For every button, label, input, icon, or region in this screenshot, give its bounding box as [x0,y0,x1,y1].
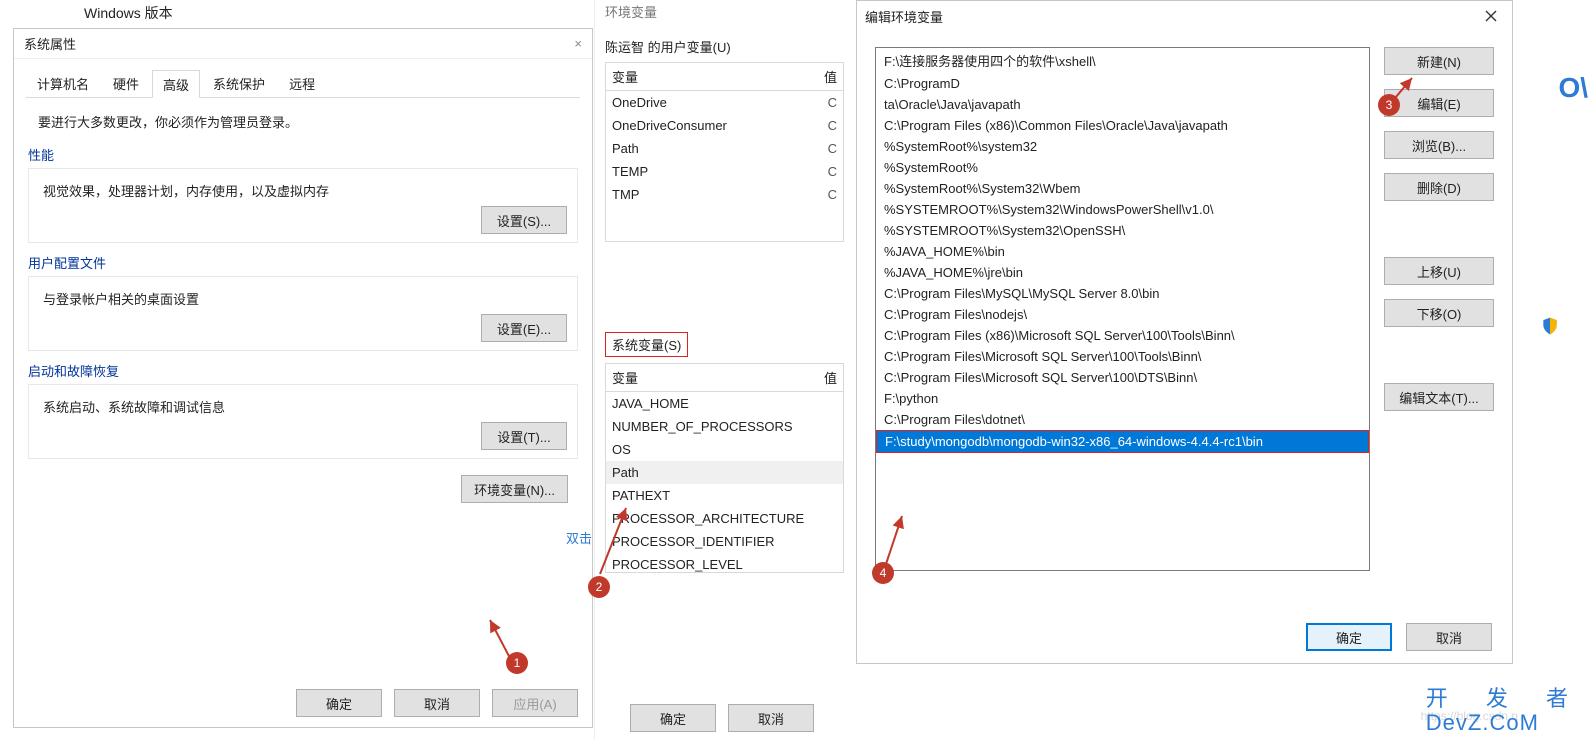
move-up-button[interactable]: 上移(U) [1384,257,1494,285]
path-row[interactable]: %JAVA_HOME%\jre\bin [876,262,1369,283]
path-row[interactable]: %SystemRoot% [876,157,1369,178]
table-row[interactable]: PROCESSOR_LEVEL [606,553,843,573]
user-profile-settings-button[interactable]: 设置(E)... [481,314,567,342]
dlg1-ok-button[interactable]: 确定 [296,689,382,717]
path-row[interactable]: %SYSTEMROOT%\System32\WindowsPowerShell\… [876,199,1369,220]
devz-logo: 开 发 者 DevZ.CoM [1426,687,1584,735]
col-val: 值 [824,67,837,86]
table-row[interactable]: PROCESSOR_IDENTIFIER [606,530,843,553]
close-icon[interactable]: × [574,36,582,51]
col-val2: 值 [824,368,837,387]
double-click-annotation: 双击 [566,528,592,547]
annotation-badge-1: 1 [506,652,528,674]
user-vars-table[interactable]: 变量值 OneDriveCOneDriveConsumerCPathCTEMPC… [605,62,844,242]
devz-cn: 开 发 者 [1426,687,1584,711]
devz-en: DevZ.CoM [1426,711,1584,735]
table-row[interactable]: OneDriveC [606,91,843,114]
path-row[interactable]: C:\Program Files\Microsoft SQL Server\10… [876,367,1369,388]
dlg1-titlebar: 系统属性 × [14,29,592,59]
shield-icon [1540,316,1560,339]
path-row[interactable]: F:\连接服务器使用四个的软件\xshell\ [876,48,1369,73]
windows-version-label: Windows 版本 [84,3,173,23]
user-profile-title: 用户配置文件 [28,253,578,272]
startup-title: 启动和故障恢复 [28,361,578,380]
path-row[interactable]: ta\Oracle\Java\javapath [876,94,1369,115]
edit-text-button[interactable]: 编辑文本(T)... [1384,383,1494,411]
tab-computer-name[interactable]: 计算机名 [26,69,100,97]
dlg2-ok-button[interactable]: 确定 [630,704,716,732]
move-down-button[interactable]: 下移(O) [1384,299,1494,327]
dlg3-ok-button[interactable]: 确定 [1306,623,1392,651]
table-row[interactable]: PATHEXT [606,484,843,507]
admin-note: 要进行大多数更改，你必须作为管理员登录。 [38,112,568,131]
col-var2: 变量 [612,368,824,387]
table-row[interactable]: Path [606,461,843,484]
path-row[interactable]: C:\ProgramD [876,73,1369,94]
annotation-badge-3: 3 [1378,94,1400,116]
path-list[interactable]: F:\连接服务器使用四个的软件\xshell\C:\ProgramDta\Ora… [875,47,1370,571]
startup-settings-button[interactable]: 设置(T)... [481,422,567,450]
table-row[interactable]: OneDriveConsumerC [606,114,843,137]
dlg1-apply-button[interactable]: 应用(A) [492,689,578,717]
dlg1-title: 系统属性 [24,34,76,53]
annotation-badge-2: 2 [588,576,610,598]
path-row[interactable]: C:\Program Files (x86)\Microsoft SQL Ser… [876,325,1369,346]
dlg2-cancel-button[interactable]: 取消 [728,704,814,732]
arrow-4-icon [880,510,920,570]
user-profile-desc: 与登录帐户相关的桌面设置 [43,289,563,308]
system-vars-table[interactable]: 变量值 JAVA_HOMENUMBER_OF_PROCESSORSOSPathP… [605,363,844,573]
path-row[interactable]: C:\Program Files\MySQL\MySQL Server 8.0\… [876,283,1369,304]
path-row[interactable]: C:\Program Files (x86)\Common Files\Orac… [876,115,1369,136]
annotation-badge-4: 4 [872,562,894,584]
environment-variables-button[interactable]: 环境变量(N)... [461,475,568,503]
ov-fragment: O\ [1558,72,1588,104]
performance-title: 性能 [28,145,578,164]
tab-remote[interactable]: 远程 [278,69,326,97]
col-var: 变量 [612,67,824,86]
path-row[interactable]: C:\Program Files\nodejs\ [876,304,1369,325]
path-row[interactable]: %SystemRoot%\System32\Wbem [876,178,1369,199]
table-row[interactable]: TMPC [606,183,843,206]
startup-section: 启动和故障恢复 系统启动、系统故障和调试信息 设置(T)... [28,361,578,459]
path-row[interactable]: C:\Program Files\dotnet\ [876,409,1369,430]
performance-section: 性能 视觉效果，处理器计划，内存使用，以及虚拟内存 设置(S)... [28,145,578,243]
dlg3-close-icon[interactable] [1478,3,1504,29]
tab-advanced[interactable]: 高级 [152,70,200,98]
path-row[interactable]: %SystemRoot%\system32 [876,136,1369,157]
path-row[interactable]: C:\Program Files\Microsoft SQL Server\10… [876,346,1369,367]
environment-variables-dialog: 环境变量 陈运智 的用户变量(U) 变量值 OneDriveCOneDriveC… [594,0,854,740]
delete-button[interactable]: 删除(D) [1384,173,1494,201]
tab-hardware[interactable]: 硬件 [102,69,150,97]
table-row[interactable]: OS [606,438,843,461]
performance-desc: 视觉效果，处理器计划，内存使用，以及虚拟内存 [43,181,563,200]
table-row[interactable]: PathC [606,137,843,160]
table-row[interactable]: PROCESSOR_ARCHITECTURE [606,507,843,530]
path-row[interactable]: %JAVA_HOME%\bin [876,241,1369,262]
table-row[interactable]: TEMPC [606,160,843,183]
startup-desc: 系统启动、系统故障和调试信息 [43,397,563,416]
dlg3-cancel-button[interactable]: 取消 [1406,623,1492,651]
dlg3-title: 编辑环境变量 [865,7,943,26]
dlg1-cancel-button[interactable]: 取消 [394,689,480,717]
browse-button[interactable]: 浏览(B)... [1384,131,1494,159]
performance-settings-button[interactable]: 设置(S)... [481,206,567,234]
path-row[interactable]: F:\python [876,388,1369,409]
system-vars-title: 系统变量(S) [605,332,688,357]
path-row[interactable]: F:\study\mongodb\mongodb-win32-x86_64-wi… [876,430,1369,453]
tab-system-protection[interactable]: 系统保护 [202,69,276,97]
path-row[interactable]: %SYSTEMROOT%\System32\OpenSSH\ [876,220,1369,241]
dlg2-header: 环境变量 [595,0,854,23]
table-row[interactable]: NUMBER_OF_PROCESSORS [606,415,843,438]
user-profile-section: 用户配置文件 与登录帐户相关的桌面设置 设置(E)... [28,253,578,351]
dlg1-tabs: 计算机名 硬件 高级 系统保护 远程 [26,69,580,98]
arrow-2-icon [596,488,636,578]
user-vars-title: 陈运智 的用户变量(U) [605,37,844,56]
table-row[interactable]: JAVA_HOME [606,392,843,415]
